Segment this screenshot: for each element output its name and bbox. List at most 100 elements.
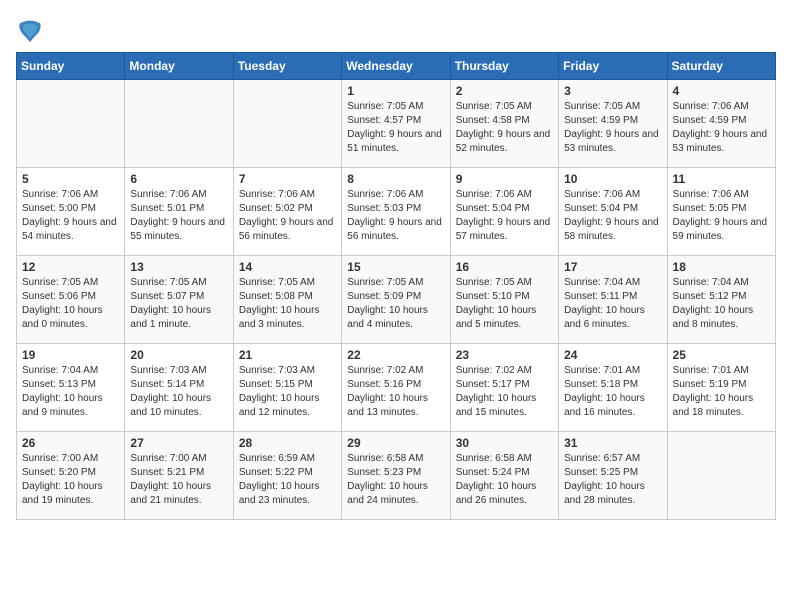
calendar-body: 1 Sunrise: 7:05 AM Sunset: 4:57 PM Daylig… bbox=[17, 80, 776, 520]
cell-details: Sunrise: 7:05 AM Sunset: 5:10 PM Dayligh… bbox=[456, 276, 553, 332]
calendar-cell: 27 Sunrise: 7:00 AM Sunset: 5:21 PM Dayli… bbox=[125, 432, 233, 520]
calendar-cell: 14 Sunrise: 7:05 AM Sunset: 5:08 PM Dayli… bbox=[233, 256, 341, 344]
day-number: 22 bbox=[347, 348, 444, 362]
calendar-cell: 11 Sunrise: 7:06 AM Sunset: 5:05 PM Dayli… bbox=[667, 168, 775, 256]
cell-details: Sunrise: 7:01 AM Sunset: 5:19 PM Dayligh… bbox=[673, 364, 770, 420]
day-number: 12 bbox=[22, 260, 119, 274]
cell-details: Sunrise: 7:02 AM Sunset: 5:17 PM Dayligh… bbox=[456, 364, 553, 420]
cell-details: Sunrise: 7:04 AM Sunset: 5:12 PM Dayligh… bbox=[673, 276, 770, 332]
cell-details: Sunrise: 7:06 AM Sunset: 5:05 PM Dayligh… bbox=[673, 188, 770, 244]
day-number: 27 bbox=[130, 436, 227, 450]
day-number: 30 bbox=[456, 436, 553, 450]
header-cell-wednesday: Wednesday bbox=[342, 53, 450, 80]
cell-details: Sunrise: 7:05 AM Sunset: 4:59 PM Dayligh… bbox=[564, 100, 661, 156]
day-number: 24 bbox=[564, 348, 661, 362]
day-number: 10 bbox=[564, 172, 661, 186]
calendar-cell: 19 Sunrise: 7:04 AM Sunset: 5:13 PM Dayli… bbox=[17, 344, 125, 432]
cell-details: Sunrise: 7:06 AM Sunset: 5:03 PM Dayligh… bbox=[347, 188, 444, 244]
day-number: 7 bbox=[239, 172, 336, 186]
page-header bbox=[16, 16, 776, 44]
day-number: 14 bbox=[239, 260, 336, 274]
cell-details: Sunrise: 7:03 AM Sunset: 5:14 PM Dayligh… bbox=[130, 364, 227, 420]
day-number: 8 bbox=[347, 172, 444, 186]
calendar-cell: 15 Sunrise: 7:05 AM Sunset: 5:09 PM Dayli… bbox=[342, 256, 450, 344]
calendar-week-4: 19 Sunrise: 7:04 AM Sunset: 5:13 PM Dayli… bbox=[17, 344, 776, 432]
day-number: 20 bbox=[130, 348, 227, 362]
calendar-cell: 24 Sunrise: 7:01 AM Sunset: 5:18 PM Dayli… bbox=[559, 344, 667, 432]
calendar-cell: 9 Sunrise: 7:06 AM Sunset: 5:04 PM Daylig… bbox=[450, 168, 558, 256]
day-number: 1 bbox=[347, 84, 444, 98]
calendar-cell: 25 Sunrise: 7:01 AM Sunset: 5:19 PM Dayli… bbox=[667, 344, 775, 432]
cell-details: Sunrise: 7:00 AM Sunset: 5:21 PM Dayligh… bbox=[130, 452, 227, 508]
calendar-cell: 22 Sunrise: 7:02 AM Sunset: 5:16 PM Dayli… bbox=[342, 344, 450, 432]
day-number: 28 bbox=[239, 436, 336, 450]
calendar-cell bbox=[17, 80, 125, 168]
day-number: 25 bbox=[673, 348, 770, 362]
calendar-cell: 16 Sunrise: 7:05 AM Sunset: 5:10 PM Dayli… bbox=[450, 256, 558, 344]
calendar-cell bbox=[667, 432, 775, 520]
calendar-cell: 4Sunrise: 7:06 AM Sunset: 4:59 PM Daylig… bbox=[667, 80, 775, 168]
day-number: 3 bbox=[564, 84, 661, 98]
header-cell-sunday: Sunday bbox=[17, 53, 125, 80]
calendar-cell: 6 Sunrise: 7:06 AM Sunset: 5:01 PM Daylig… bbox=[125, 168, 233, 256]
day-number: 9 bbox=[456, 172, 553, 186]
day-number: 21 bbox=[239, 348, 336, 362]
calendar-cell: 13Sunrise: 7:05 AM Sunset: 5:07 PM Dayli… bbox=[125, 256, 233, 344]
calendar-week-1: 1 Sunrise: 7:05 AM Sunset: 4:57 PM Daylig… bbox=[17, 80, 776, 168]
cell-details: Sunrise: 7:06 AM Sunset: 5:01 PM Dayligh… bbox=[130, 188, 227, 244]
cell-details: Sunrise: 7:06 AM Sunset: 5:00 PM Dayligh… bbox=[22, 188, 119, 244]
calendar-cell: 26Sunrise: 7:00 AM Sunset: 5:20 PM Dayli… bbox=[17, 432, 125, 520]
cell-details: Sunrise: 7:04 AM Sunset: 5:11 PM Dayligh… bbox=[564, 276, 661, 332]
calendar-week-3: 12 Sunrise: 7:05 AM Sunset: 5:06 PM Dayli… bbox=[17, 256, 776, 344]
calendar-cell: 12 Sunrise: 7:05 AM Sunset: 5:06 PM Dayli… bbox=[17, 256, 125, 344]
calendar-cell: 20 Sunrise: 7:03 AM Sunset: 5:14 PM Dayli… bbox=[125, 344, 233, 432]
calendar-week-5: 26Sunrise: 7:00 AM Sunset: 5:20 PM Dayli… bbox=[17, 432, 776, 520]
calendar-table: SundayMondayTuesdayWednesdayThursdayFrid… bbox=[16, 52, 776, 520]
calendar-cell: 21 Sunrise: 7:03 AM Sunset: 5:15 PM Dayli… bbox=[233, 344, 341, 432]
day-number: 18 bbox=[673, 260, 770, 274]
cell-details: Sunrise: 7:03 AM Sunset: 5:15 PM Dayligh… bbox=[239, 364, 336, 420]
day-number: 23 bbox=[456, 348, 553, 362]
cell-details: Sunrise: 7:01 AM Sunset: 5:18 PM Dayligh… bbox=[564, 364, 661, 420]
cell-details: Sunrise: 7:05 AM Sunset: 5:06 PM Dayligh… bbox=[22, 276, 119, 332]
calendar-week-2: 5Sunrise: 7:06 AM Sunset: 5:00 PM Daylig… bbox=[17, 168, 776, 256]
calendar-cell bbox=[125, 80, 233, 168]
cell-details: Sunrise: 7:02 AM Sunset: 5:16 PM Dayligh… bbox=[347, 364, 444, 420]
calendar-cell: 18 Sunrise: 7:04 AM Sunset: 5:12 PM Dayli… bbox=[667, 256, 775, 344]
calendar-cell bbox=[233, 80, 341, 168]
cell-details: Sunrise: 7:06 AM Sunset: 5:04 PM Dayligh… bbox=[456, 188, 553, 244]
cell-details: Sunrise: 7:00 AM Sunset: 5:20 PM Dayligh… bbox=[22, 452, 119, 508]
day-number: 11 bbox=[673, 172, 770, 186]
calendar-cell: 23 Sunrise: 7:02 AM Sunset: 5:17 PM Dayli… bbox=[450, 344, 558, 432]
cell-details: Sunrise: 7:05 AM Sunset: 4:57 PM Dayligh… bbox=[347, 100, 444, 156]
cell-details: Sunrise: 7:06 AM Sunset: 4:59 PM Dayligh… bbox=[673, 100, 770, 156]
calendar-header: SundayMondayTuesdayWednesdayThursdayFrid… bbox=[17, 53, 776, 80]
day-number: 2 bbox=[456, 84, 553, 98]
cell-details: Sunrise: 6:57 AM Sunset: 5:25 PM Dayligh… bbox=[564, 452, 661, 508]
calendar-cell: 7Sunrise: 7:06 AM Sunset: 5:02 PM Daylig… bbox=[233, 168, 341, 256]
day-number: 15 bbox=[347, 260, 444, 274]
calendar-cell: 3 Sunrise: 7:05 AM Sunset: 4:59 PM Daylig… bbox=[559, 80, 667, 168]
calendar-cell: 17 Sunrise: 7:04 AM Sunset: 5:11 PM Dayli… bbox=[559, 256, 667, 344]
calendar-cell: 10Sunrise: 7:06 AM Sunset: 5:04 PM Dayli… bbox=[559, 168, 667, 256]
day-number: 16 bbox=[456, 260, 553, 274]
calendar-cell: 30 Sunrise: 6:58 AM Sunset: 5:24 PM Dayli… bbox=[450, 432, 558, 520]
calendar-cell: 31Sunrise: 6:57 AM Sunset: 5:25 PM Dayli… bbox=[559, 432, 667, 520]
day-number: 17 bbox=[564, 260, 661, 274]
cell-details: Sunrise: 7:05 AM Sunset: 5:09 PM Dayligh… bbox=[347, 276, 444, 332]
day-number: 6 bbox=[130, 172, 227, 186]
day-number: 19 bbox=[22, 348, 119, 362]
cell-details: Sunrise: 6:58 AM Sunset: 5:24 PM Dayligh… bbox=[456, 452, 553, 508]
cell-details: Sunrise: 7:05 AM Sunset: 4:58 PM Dayligh… bbox=[456, 100, 553, 156]
cell-details: Sunrise: 7:05 AM Sunset: 5:08 PM Dayligh… bbox=[239, 276, 336, 332]
logo bbox=[16, 16, 48, 44]
calendar-cell: 1 Sunrise: 7:05 AM Sunset: 4:57 PM Daylig… bbox=[342, 80, 450, 168]
calendar-cell: 2 Sunrise: 7:05 AM Sunset: 4:58 PM Daylig… bbox=[450, 80, 558, 168]
cell-details: Sunrise: 6:58 AM Sunset: 5:23 PM Dayligh… bbox=[347, 452, 444, 508]
header-cell-friday: Friday bbox=[559, 53, 667, 80]
cell-details: Sunrise: 6:59 AM Sunset: 5:22 PM Dayligh… bbox=[239, 452, 336, 508]
header-cell-saturday: Saturday bbox=[667, 53, 775, 80]
header-cell-tuesday: Tuesday bbox=[233, 53, 341, 80]
header-cell-thursday: Thursday bbox=[450, 53, 558, 80]
cell-details: Sunrise: 7:04 AM Sunset: 5:13 PM Dayligh… bbox=[22, 364, 119, 420]
